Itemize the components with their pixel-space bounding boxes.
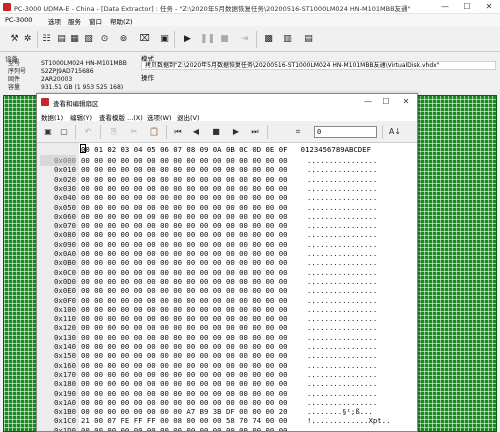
play-icon[interactable]: ▶ xyxy=(181,33,194,46)
toolbar-separator xyxy=(75,125,76,139)
toolbar-separator xyxy=(256,31,257,48)
hex-editor-menu: 数据(1) 编辑(Y) 查看模版 ...(X) 选项(W) 退出(V) xyxy=(37,110,417,122)
first-sector-icon[interactable]: ⏮ xyxy=(171,125,185,139)
menu-options[interactable]: 选项 xyxy=(48,16,61,26)
open-icon[interactable]: ▣ xyxy=(41,125,55,139)
sector-address-input[interactable]: 0 xyxy=(314,126,377,138)
find-icon[interactable]: A↓ xyxy=(388,125,402,139)
device-icon[interactable]: ⌧ xyxy=(138,33,151,46)
device-capacity-label: 容量 xyxy=(8,84,21,91)
device-serial-row: 序列号 S2ZPJ9AD715686 xyxy=(3,68,138,76)
device-capacity-value: 931.51 GB (1 953 525 168) xyxy=(41,84,124,91)
close-button[interactable]: ✕ xyxy=(478,0,500,14)
main-title-bar[interactable]: PC-3000 UDMA-E - China - [Data Extractor… xyxy=(0,0,500,14)
drive-icon[interactable]: ▣ xyxy=(158,33,171,46)
device-firmware-label: 固件 xyxy=(8,76,21,83)
hex-editor-toolbar: ▣ ▢ ↶ ⎘ ✂ 📋 ⏮ ◀ ■ ▶ ⏭ ⌗ 0 A↓ xyxy=(37,121,417,143)
save-icon[interactable]: ▢ xyxy=(57,125,71,139)
step-icon[interactable]: ⇥ xyxy=(238,33,251,46)
prev-sector-icon[interactable]: ◀ xyxy=(189,125,203,139)
tools-icon[interactable]: ✲ xyxy=(21,33,34,46)
edit-table-icon[interactable]: ▦ xyxy=(68,33,81,46)
settings-tools-icon[interactable]: ⚒ xyxy=(8,33,21,46)
menu-help[interactable]: 帮助(Z) xyxy=(110,16,133,26)
app-icon xyxy=(3,3,11,11)
report-icon[interactable]: ▤ xyxy=(302,33,315,46)
toolbar-separator xyxy=(174,31,175,48)
binoculars-2-icon[interactable]: ⊚ xyxy=(117,33,130,46)
device-model-value: ST1000LM024 HN-M101MBB xyxy=(41,60,127,67)
hex-close-button[interactable]: ✕ xyxy=(397,95,415,109)
toolbar-separator xyxy=(382,125,383,139)
goto-icon[interactable]: ⌗ xyxy=(291,125,305,139)
hex-byte-header: 00 01 02 03 04 05 06 07 08 09 0A 0B 0C 0… xyxy=(81,145,288,154)
table-icon[interactable]: ▤ xyxy=(55,33,68,46)
menu-window[interactable]: 窗口 xyxy=(89,16,102,26)
window-title: PC-3000 UDMA-E - China - [Data Extractor… xyxy=(14,5,411,13)
sectors-icon[interactable]: ▩ xyxy=(262,33,275,46)
device-firmware-row: 固件 2AR20003 xyxy=(3,76,138,84)
hex-editor-window[interactable]: 查看和编辑扇区 — ☐ ✕ 数据(1) 编辑(Y) 查看模版 ...(X) 选项… xyxy=(36,93,418,432)
toolbar-separator xyxy=(100,125,101,139)
pause-icon[interactable]: ❚❚ xyxy=(200,33,215,46)
mode-text: 拷贝数据到"Z:\2020年5月数据恢复任务\20200516-ST1000LM… xyxy=(141,61,496,70)
main-menu-bar: PC-3000 选项 服务 窗口 帮助(Z) xyxy=(0,14,500,26)
device-model-row: 型号 ST1000LM024 HN-M101MBB xyxy=(3,60,138,68)
paste-icon[interactable]: 📋 xyxy=(147,125,161,139)
device-model-label: 型号 xyxy=(8,60,21,67)
hex-editor-icon xyxy=(41,98,49,106)
list-icon[interactable]: ☷ xyxy=(40,33,53,46)
toolbar-separator xyxy=(166,125,167,139)
hex-editor-title-bar[interactable]: 查看和编辑扇区 — ☐ ✕ xyxy=(37,94,417,110)
edit-cursor xyxy=(80,144,86,153)
main-toolbar: ⚒ ✲ ☷ ▤ ▦ ▧ ⊙ ⊚ ⌧ ▣ ▶ ❚❚ ■ ⇥ ▩ ▥ ▤ xyxy=(0,27,500,52)
device-capacity-row: 容量 931.51 GB (1 953 525 168) xyxy=(3,84,138,92)
bars-icon[interactable]: ▥ xyxy=(281,33,294,46)
stop-icon[interactable]: ■ xyxy=(218,33,231,46)
hex-column-header: 00 01 02 03 04 05 06 07 08 09 0A 0B 0C 0… xyxy=(81,145,371,154)
undo-icon[interactable]: ↶ xyxy=(81,125,95,139)
hex-view[interactable]: 00 01 02 03 04 05 06 07 08 09 0A 0B 0C 0… xyxy=(37,143,417,431)
minimize-button[interactable]: — xyxy=(434,0,456,14)
device-serial-label: 序列号 xyxy=(8,68,27,75)
chart-icon[interactable]: ▧ xyxy=(82,33,95,46)
maximize-button[interactable]: ☐ xyxy=(456,0,478,14)
last-sector-icon[interactable]: ⏭ xyxy=(248,125,262,139)
device-info-panel: 型号 ST1000LM024 HN-M101MBB 序列号 S2ZPJ9AD71… xyxy=(3,60,138,92)
binoculars-icon[interactable]: ⊙ xyxy=(98,33,111,46)
hex-editor-title: 查看和编辑扇区 xyxy=(53,100,99,108)
hex-row-address: 0x1D0 xyxy=(54,425,76,431)
hex-maximize-button[interactable]: ☐ xyxy=(377,95,395,109)
menu-pc3000[interactable]: PC-3000 xyxy=(5,16,32,24)
toolbar-separator xyxy=(37,31,38,48)
hex-row-bytes[interactable]: 00 00 00 00 00 00 00 00 00 00 00 00 00 0… xyxy=(81,425,287,431)
hex-row-text[interactable]: ................ xyxy=(307,425,377,431)
copy-icon[interactable]: ⎘ xyxy=(107,125,121,139)
device-firmware-value: 2AR20003 xyxy=(41,76,73,83)
hex-minimize-button[interactable]: — xyxy=(359,95,377,109)
hex-row[interactable]: 0x1D0 00 00 00 00 00 00 00 00 00 00 00 00… xyxy=(37,425,417,431)
device-serial-value: S2ZPJ9AD715686 xyxy=(41,68,94,75)
next-sector-icon[interactable]: ▶ xyxy=(229,125,243,139)
operation-label: 操作 xyxy=(141,74,154,82)
toolbar-separator xyxy=(267,125,268,139)
menu-service[interactable]: 服务 xyxy=(68,16,81,26)
hex-text-header: 0123456789ABCDEF xyxy=(300,145,371,154)
stop-sector-icon[interactable]: ■ xyxy=(209,125,223,139)
cut-icon[interactable]: ✂ xyxy=(127,125,141,139)
